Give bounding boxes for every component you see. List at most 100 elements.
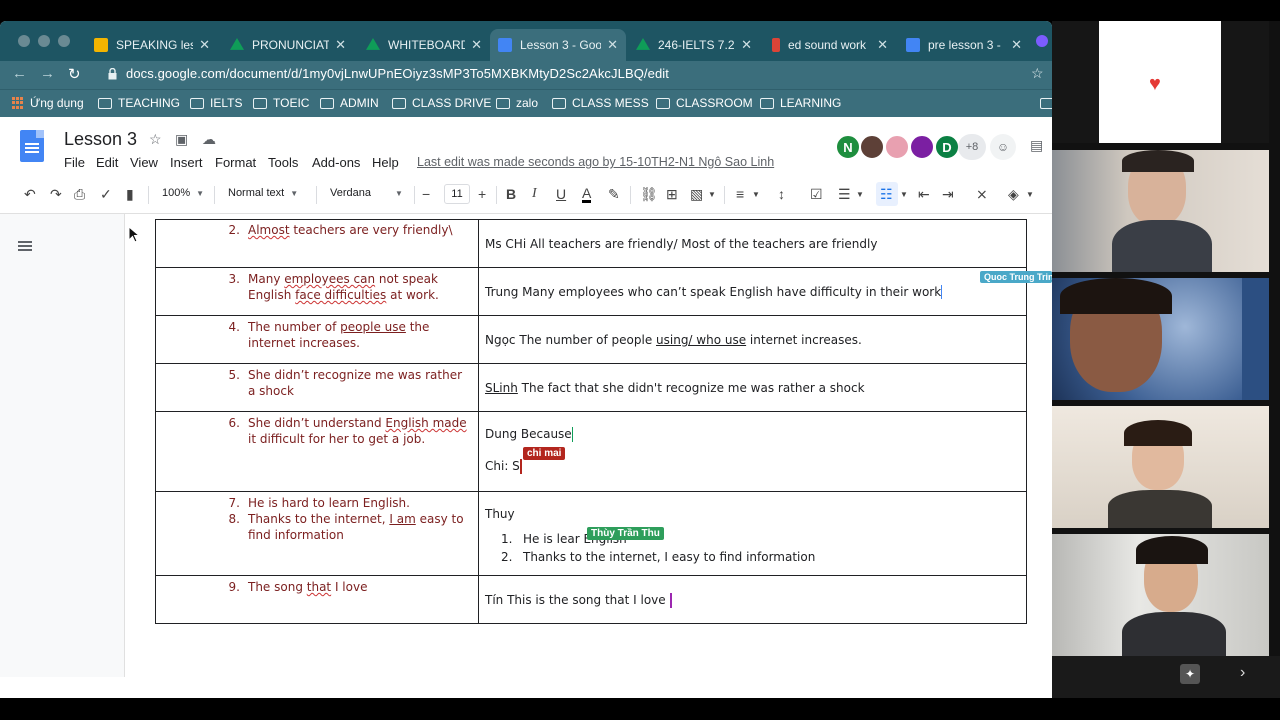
table-cell[interactable]: Ms CHi All teachers are friendly/ Most o… (478, 219, 1027, 268)
forward-icon[interactable]: → (40, 65, 55, 82)
close-icon[interactable]: ✕ (607, 37, 618, 53)
decrease-indent-icon[interactable]: ⇤ (918, 186, 930, 203)
tab-whiteboard[interactable]: WHITEBOARD - ✕ (358, 29, 490, 61)
table-cell[interactable]: 7. He is hard to learn English. 8. Thanks … (155, 491, 479, 576)
bookmark-apps[interactable]: Ứng dụng (12, 96, 84, 110)
close-window-button[interactable] (18, 35, 30, 47)
close-icon[interactable]: ✕ (877, 37, 888, 53)
tab-lesson-3[interactable]: Lesson 3 - Goo ✕ (490, 29, 626, 61)
italic-icon[interactable]: I (532, 186, 537, 202)
font-select[interactable]: Verdana ▼ (330, 187, 410, 199)
decrease-font-size-icon[interactable]: − (422, 186, 430, 202)
paint-format-icon[interactable]: ▮ (126, 186, 134, 203)
table-cell[interactable]: 4. The number of people use the internet … (155, 315, 479, 364)
menu-help[interactable]: Help (372, 155, 399, 170)
chevron-down-icon[interactable]: ▼ (1026, 190, 1034, 199)
table-cell[interactable]: Ngọc The number of people using/ who use… (478, 315, 1027, 364)
menu-insert[interactable]: Insert (170, 155, 203, 170)
menu-tools[interactable]: Tools (268, 155, 298, 170)
print-icon[interactable]: ⎙ (74, 186, 85, 203)
bookmark-learning[interactable]: LEARNING (760, 96, 841, 110)
chevron-down-icon[interactable]: ▼ (752, 190, 760, 199)
tab-ielts[interactable]: 246-IELTS 7.21 ✕ (628, 29, 760, 61)
collaborator-avatar[interactable]: N (835, 134, 861, 160)
tab-pronunciation[interactable]: PRONUNCIATIO ✕ (222, 29, 354, 61)
zoom-select[interactable]: 100% ▼ (162, 187, 204, 199)
chevron-down-icon[interactable]: ▼ (708, 190, 716, 199)
insert-image-icon[interactable]: ▧ (690, 186, 703, 203)
table-cell[interactable]: SLinh The fact that she didn't recognize… (478, 363, 1027, 412)
bold-icon[interactable]: B (506, 186, 516, 202)
video-tile-participant[interactable] (1052, 406, 1269, 528)
maximize-window-button[interactable] (58, 35, 70, 47)
table-cell[interactable]: Trung Many employees who can’t speak Eng… (478, 267, 1027, 316)
font-size-input[interactable]: 11 (444, 184, 470, 204)
table-cell[interactable]: 2. Almost teachers are very friendly\ (155, 219, 479, 268)
increase-font-size-icon[interactable]: + (478, 186, 486, 202)
close-icon[interactable]: ✕ (741, 37, 752, 53)
people-icon[interactable]: ☺ (990, 134, 1016, 160)
pin-icon[interactable]: ✦ (1180, 664, 1200, 684)
document-title[interactable]: Lesson 3 (64, 129, 137, 150)
extension-icon[interactable] (1036, 35, 1048, 47)
video-tile-participant[interactable] (1052, 534, 1269, 656)
close-icon[interactable]: ✕ (335, 37, 346, 53)
chevron-right-icon[interactable]: › (1240, 664, 1245, 682)
tab-ed-sound[interactable]: ed sound work ✕ (764, 29, 896, 61)
link-icon[interactable]: ⛓ (640, 186, 658, 203)
close-icon[interactable]: ✕ (471, 37, 482, 53)
table-cell[interactable]: Thuy 1. He is lear English 2. Thanks to th… (478, 491, 1027, 576)
folder-icon[interactable] (1040, 98, 1052, 109)
cloud-status-icon[interactable]: ☁ (202, 131, 216, 148)
table-cell[interactable]: Tín This is the song that I love (478, 575, 1027, 624)
spellcheck-icon[interactable]: ✓ (100, 186, 112, 203)
reload-icon[interactable]: ↻ (68, 65, 81, 83)
video-tile-participant[interactable] (1052, 150, 1269, 272)
chevron-down-icon[interactable]: ▼ (856, 190, 864, 199)
menu-addons[interactable]: Add-ons (312, 155, 360, 170)
bookmark-class-drive[interactable]: CLASS DRIVE (392, 96, 491, 110)
bookmark-zalo[interactable]: zalo (496, 96, 538, 110)
url-input[interactable]: docs.google.com/document/d/1my0vjLnwUPnE… (126, 66, 669, 81)
collaborator-avatar[interactable] (859, 134, 885, 160)
more-collaborators-count[interactable]: +8 (958, 134, 986, 160)
bookmark-toeic[interactable]: TOEIC (253, 96, 309, 110)
video-tile-participant[interactable] (1052, 278, 1269, 400)
close-icon[interactable]: ✕ (199, 37, 210, 53)
bookmark-teaching[interactable]: TEACHING (98, 96, 180, 110)
redo-icon[interactable]: ↷ (50, 186, 62, 203)
collaborator-avatar[interactable] (909, 134, 935, 160)
table-cell[interactable]: 9. The song that I love (155, 575, 479, 624)
bookmark-classroom[interactable]: CLASSROOM (656, 96, 753, 110)
fill-color-icon[interactable]: ◈ (1008, 186, 1019, 203)
highlight-icon[interactable]: ✎ (608, 186, 620, 203)
collaborator-avatar[interactable]: D (934, 134, 960, 160)
checklist-icon[interactable]: ☑ (810, 186, 823, 203)
minimize-window-button[interactable] (38, 35, 50, 47)
bulleted-list-icon[interactable]: ☰ (838, 186, 851, 203)
last-edit-link[interactable]: Last edit was made seconds ago by 15-10T… (417, 155, 774, 169)
menu-file[interactable]: File (64, 155, 85, 170)
undo-icon[interactable]: ↶ (24, 186, 36, 203)
collaborator-avatar[interactable] (884, 134, 910, 160)
tab-pre-lesson[interactable]: pre lesson 3 - ✕ (898, 29, 1030, 61)
table-cell[interactable]: 6. She didn’t understand English made it … (155, 411, 479, 492)
table-cell[interactable]: 3. Many employees can not speak English f… (155, 267, 479, 316)
comment-icon[interactable]: ▤ (1030, 137, 1043, 154)
add-comment-icon[interactable]: ⊞ (666, 186, 678, 203)
star-icon[interactable]: ☆ (149, 131, 162, 148)
menu-view[interactable]: View (130, 155, 158, 170)
outline-icon[interactable] (18, 241, 34, 255)
menu-edit[interactable]: Edit (96, 155, 118, 170)
align-icon[interactable]: ≡ (736, 186, 744, 202)
clear-formatting-icon[interactable]: ⨯ (976, 186, 988, 203)
text-color-icon[interactable]: A (582, 186, 592, 203)
style-select[interactable]: Normal text ▼ (228, 187, 298, 199)
back-icon[interactable]: ← (12, 65, 27, 82)
menu-format[interactable]: Format (215, 155, 256, 170)
bookmark-class-mess[interactable]: CLASS MESS (552, 96, 649, 110)
tab-speaking[interactable]: SPEAKING less ✕ (86, 29, 218, 61)
line-spacing-icon[interactable]: ↕ (778, 186, 785, 202)
docs-logo-icon[interactable] (20, 130, 44, 162)
table-cell[interactable]: 5. She didn’t recognize me was rather a s… (155, 363, 479, 412)
